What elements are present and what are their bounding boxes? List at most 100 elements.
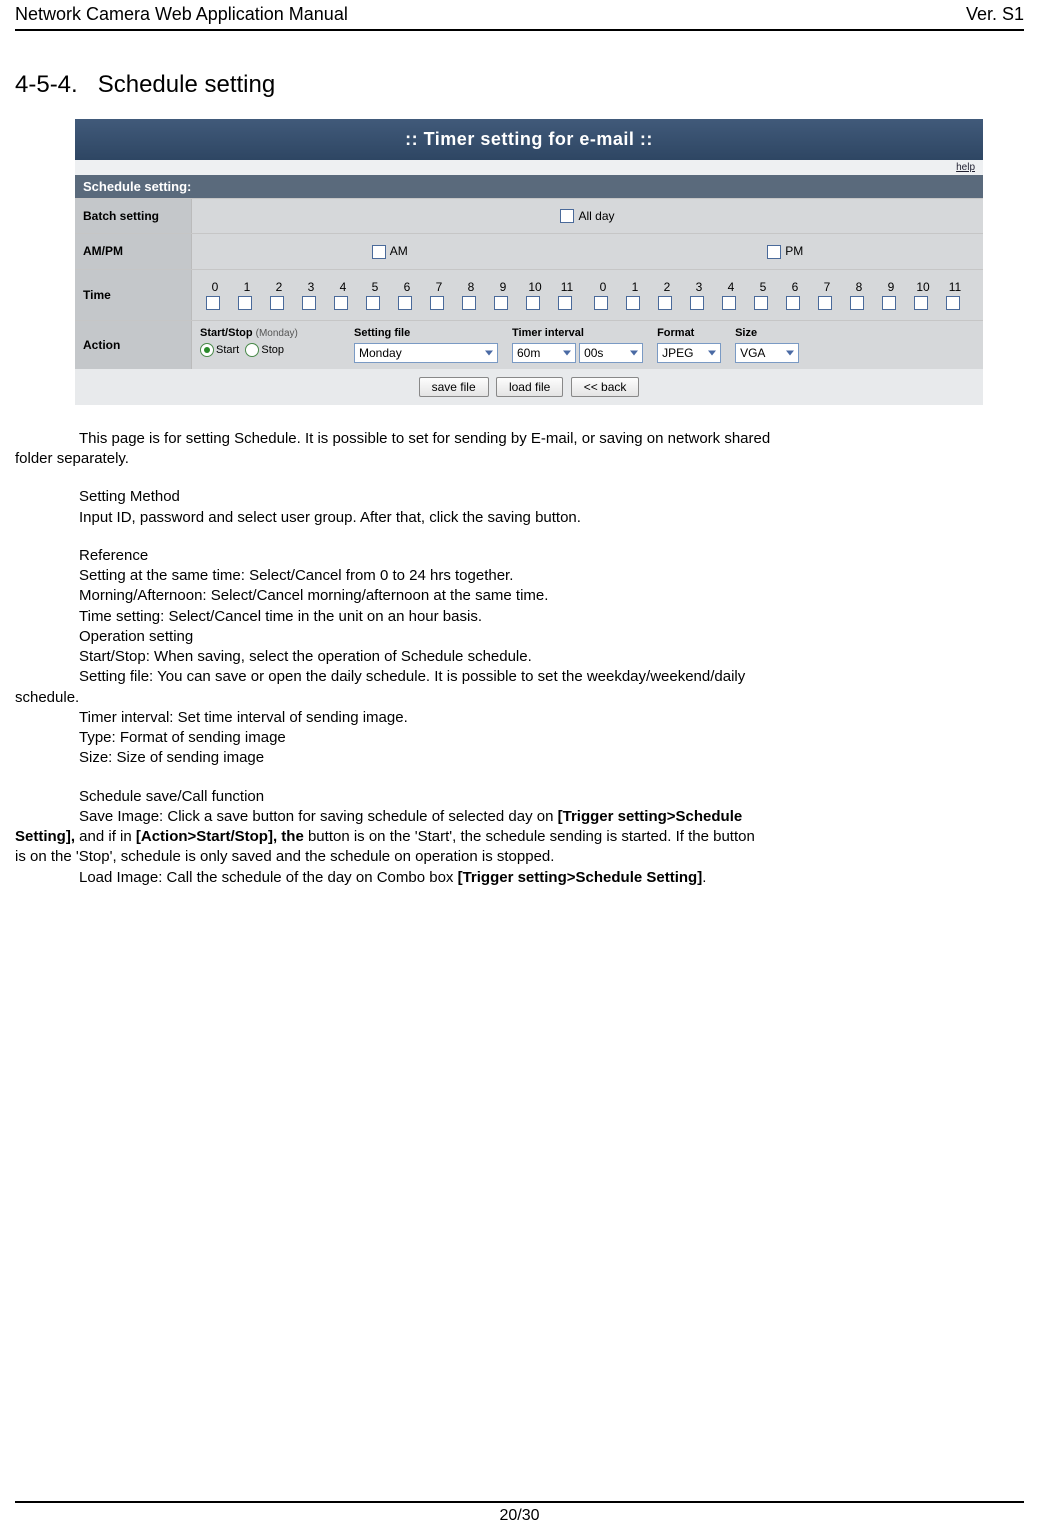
- hour-number: 0: [212, 280, 219, 294]
- hour-number: 10: [916, 280, 929, 294]
- hour-column: 8: [844, 280, 874, 310]
- hour-column: 10: [908, 280, 938, 310]
- hour-number: 6: [792, 280, 799, 294]
- header-right: Ver. S1: [966, 4, 1024, 25]
- hour-checkbox[interactable]: [594, 296, 608, 310]
- load-file-button[interactable]: load file: [496, 377, 563, 397]
- hour-column: 2: [264, 280, 294, 310]
- hour-checkbox[interactable]: [914, 296, 928, 310]
- row-label-time: Time: [75, 270, 192, 320]
- stop-radio[interactable]: [245, 343, 259, 357]
- setting-file-select[interactable]: Monday: [354, 343, 498, 363]
- allday-label: All day: [578, 209, 614, 223]
- hour-number: 2: [276, 280, 283, 294]
- hour-column: 11: [940, 280, 970, 310]
- hour-checkbox[interactable]: [786, 296, 800, 310]
- hour-checkbox[interactable]: [462, 296, 476, 310]
- timer-min-select[interactable]: 60m: [512, 343, 576, 363]
- am-checkbox[interactable]: [372, 245, 386, 259]
- hour-number: 7: [436, 280, 443, 294]
- hour-checkbox[interactable]: [398, 296, 412, 310]
- hour-checkbox[interactable]: [494, 296, 508, 310]
- embedded-screenshot: :: Timer setting for e-mail :: help Sche…: [75, 119, 983, 405]
- hour-column: 9: [876, 280, 906, 310]
- hour-checkbox[interactable]: [430, 296, 444, 310]
- size-select[interactable]: VGA: [735, 343, 799, 363]
- hour-column: 10: [520, 280, 550, 310]
- hour-column: 6: [780, 280, 810, 310]
- hour-number: 4: [728, 280, 735, 294]
- pm-label: PM: [785, 244, 803, 258]
- hour-number: 5: [372, 280, 379, 294]
- hour-column: 3: [684, 280, 714, 310]
- hour-checkbox[interactable]: [850, 296, 864, 310]
- timer-sec-select[interactable]: 00s: [579, 343, 643, 363]
- row-label-ampm: AM/PM: [75, 234, 192, 269]
- hour-number: 2: [664, 280, 671, 294]
- hour-checkbox[interactable]: [626, 296, 640, 310]
- hour-column: 4: [328, 280, 358, 310]
- hour-checkbox[interactable]: [302, 296, 316, 310]
- back-button[interactable]: << back: [571, 377, 640, 397]
- hour-number: 4: [340, 280, 347, 294]
- hour-checkbox[interactable]: [722, 296, 736, 310]
- hour-number: 1: [632, 280, 639, 294]
- hour-number: 7: [824, 280, 831, 294]
- start-radio[interactable]: [200, 343, 214, 357]
- section-heading: 4-5-4. Schedule setting: [15, 71, 1024, 99]
- hour-number: 0: [600, 280, 607, 294]
- save-file-button[interactable]: save file: [419, 377, 489, 397]
- button-row: save file load file << back: [75, 369, 983, 405]
- hour-column: 5: [748, 280, 778, 310]
- hour-column: 1: [232, 280, 262, 310]
- hour-checkbox[interactable]: [658, 296, 672, 310]
- hour-column: 7: [424, 280, 454, 310]
- hour-column: 11: [552, 280, 582, 310]
- body-text: This page is for setting Schedule. It is…: [15, 429, 1024, 888]
- hour-number: 1: [244, 280, 251, 294]
- hour-column: 5: [360, 280, 390, 310]
- hour-checkbox[interactable]: [946, 296, 960, 310]
- hour-checkbox[interactable]: [270, 296, 284, 310]
- hour-checkbox[interactable]: [818, 296, 832, 310]
- hour-number: 8: [856, 280, 863, 294]
- hour-column: 0: [588, 280, 618, 310]
- hour-number: 9: [888, 280, 895, 294]
- hour-column: 9: [488, 280, 518, 310]
- pm-checkbox[interactable]: [767, 245, 781, 259]
- hour-column: 0: [200, 280, 230, 310]
- help-link[interactable]: help: [956, 162, 975, 173]
- row-label-batch: Batch setting: [75, 199, 192, 233]
- hour-number: 3: [308, 280, 315, 294]
- hour-checkbox[interactable]: [754, 296, 768, 310]
- hour-checkbox[interactable]: [882, 296, 896, 310]
- hour-number: 5: [760, 280, 767, 294]
- hour-checkbox[interactable]: [558, 296, 572, 310]
- hour-number: 8: [468, 280, 475, 294]
- schedule-section-header: Schedule setting:: [75, 175, 983, 198]
- hour-number: 9: [500, 280, 507, 294]
- page-header: Network Camera Web Application Manual Ve…: [15, 0, 1024, 31]
- hour-grid-am: 0 1 2 3 4 5 6 7 8 9 10 11: [200, 276, 582, 314]
- hour-checkbox[interactable]: [526, 296, 540, 310]
- hour-number: 10: [528, 280, 541, 294]
- row-label-action: Action: [75, 321, 192, 369]
- hour-number: 11: [949, 280, 961, 294]
- hour-column: 4: [716, 280, 746, 310]
- hour-checkbox[interactable]: [366, 296, 380, 310]
- hour-number: 11: [561, 280, 573, 294]
- format-select[interactable]: JPEG: [657, 343, 721, 363]
- hour-checkbox[interactable]: [206, 296, 220, 310]
- hour-column: 6: [392, 280, 422, 310]
- hour-checkbox[interactable]: [238, 296, 252, 310]
- hour-column: 2: [652, 280, 682, 310]
- hour-number: 3: [696, 280, 703, 294]
- am-label: AM: [390, 244, 408, 258]
- header-left: Network Camera Web Application Manual: [15, 4, 348, 25]
- hour-checkbox[interactable]: [690, 296, 704, 310]
- hour-column: 7: [812, 280, 842, 310]
- allday-checkbox[interactable]: [560, 209, 574, 223]
- hour-number: 6: [404, 280, 411, 294]
- hour-column: 3: [296, 280, 326, 310]
- hour-checkbox[interactable]: [334, 296, 348, 310]
